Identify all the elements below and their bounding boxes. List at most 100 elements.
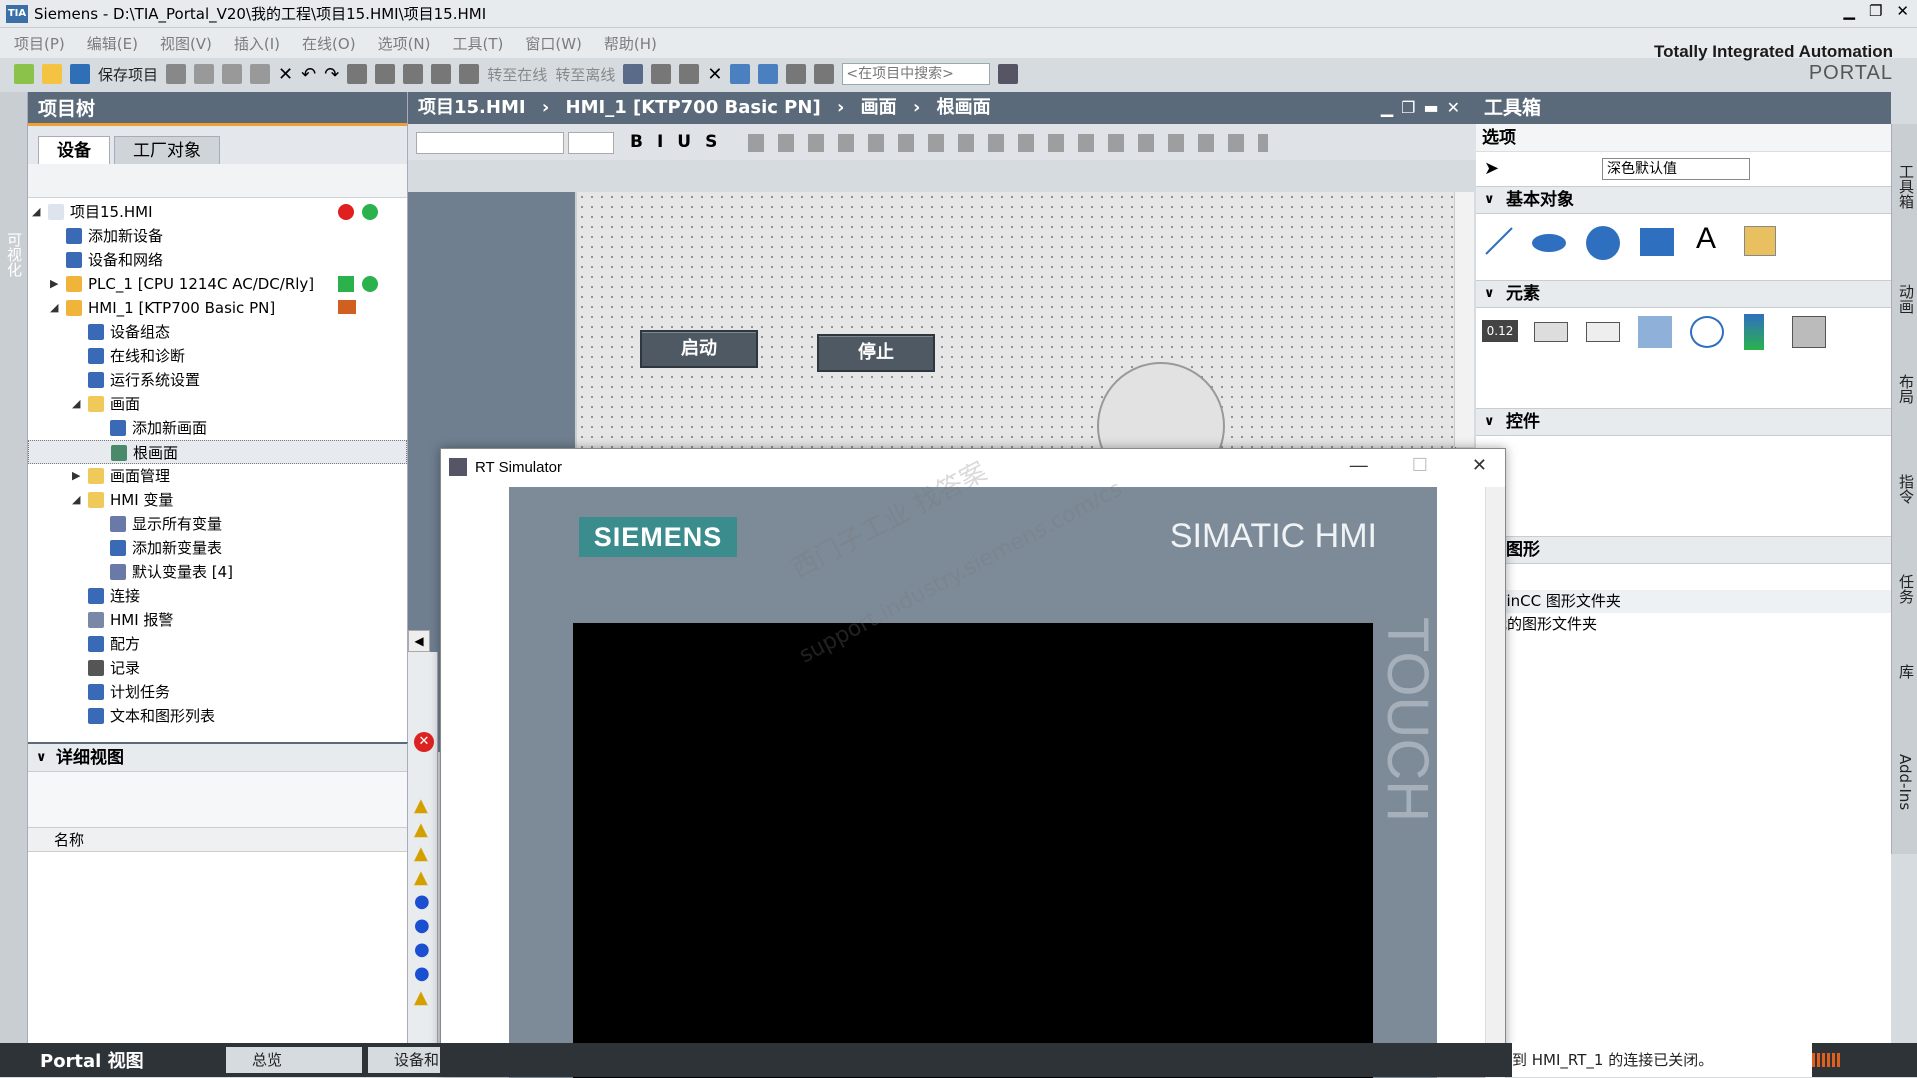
tree-item[interactable]: 设备组态	[28, 320, 407, 344]
download-icon[interactable]	[375, 64, 396, 84]
minimize-icon[interactable]: ▁	[1843, 2, 1855, 20]
bar-icon[interactable]	[1744, 314, 1764, 350]
menu-help[interactable]: 帮助(H)	[604, 33, 657, 54]
graphic-io-icon[interactable]	[1638, 316, 1672, 348]
tab-add-ins[interactable]: Add-Ins	[1896, 754, 1914, 810]
portal-view-button[interactable]: Portal 视图	[40, 1047, 144, 1073]
wincc-graphics-folder[interactable]: WinCC 图形文件夹	[1486, 590, 1891, 613]
devices-tab[interactable]: 设备和	[368, 1047, 440, 1073]
font-name-select[interactable]	[416, 132, 564, 154]
menu-window[interactable]: 窗口(W)	[525, 33, 582, 54]
section-graphics[interactable]: ∨图形	[1476, 536, 1891, 564]
tree-item[interactable]: 计划任务	[28, 680, 407, 704]
close-editor-icon[interactable]: ✕	[707, 64, 722, 85]
hmi-screen-area[interactable]	[575, 192, 1455, 462]
offline-icon[interactable]	[814, 64, 835, 84]
tab-toolbox[interactable]: 工具箱	[1896, 164, 1917, 209]
copy-icon[interactable]	[222, 64, 243, 84]
style-select[interactable]: 深色默认值	[1602, 158, 1750, 180]
simulation-icon[interactable]	[431, 64, 452, 84]
project-search-input[interactable]: <在项目中搜索>	[842, 63, 991, 85]
maximize-icon[interactable]: ☐	[1412, 455, 1428, 476]
menu-insert[interactable]: 插入(I)	[234, 33, 280, 54]
pointer-icon[interactable]: ➤	[1484, 158, 1499, 179]
simulator-scrollbar[interactable]	[1485, 487, 1505, 1078]
tab-instructions[interactable]: 指令	[1896, 474, 1917, 504]
delete-icon[interactable]: ✕	[278, 64, 293, 85]
tree-item[interactable]: 添加新设备	[28, 224, 407, 248]
menu-online[interactable]: 在线(O)	[302, 33, 356, 54]
section-elements[interactable]: ∨ 元素	[1476, 280, 1891, 308]
start-sim-icon[interactable]	[459, 64, 480, 84]
tree-item-selected[interactable]: 根画面	[28, 440, 407, 464]
line-icon[interactable]	[1484, 226, 1514, 256]
accessible-devices-icon[interactable]	[623, 64, 644, 84]
canvas-scrollbar[interactable]	[1454, 192, 1474, 447]
tab-libraries[interactable]: 库	[1896, 664, 1917, 679]
tab-devices[interactable]: 设备	[38, 136, 110, 164]
tree-item[interactable]: 显示所有变量	[28, 512, 407, 536]
tree-item[interactable]: 在线和诊断	[28, 344, 407, 368]
search-go-icon[interactable]	[998, 64, 1019, 84]
detail-view-title[interactable]: ∨ 详细视图	[28, 744, 407, 772]
visualization-tab[interactable]: 可视化	[4, 232, 25, 277]
tree-item[interactable]: 配方	[28, 632, 407, 656]
font-size-select[interactable]	[568, 132, 614, 154]
menu-options[interactable]: 选项(N)	[378, 33, 431, 54]
switch-icon[interactable]	[1792, 316, 1826, 348]
section-controls[interactable]: ∨ 控件	[1476, 408, 1891, 436]
ellipse-icon[interactable]	[1532, 234, 1566, 252]
print-icon[interactable]	[166, 64, 187, 84]
tree-item[interactable]: ◢ 画面	[28, 392, 407, 416]
graphic-view-icon[interactable]	[1744, 226, 1776, 256]
redo-icon[interactable]: ↷	[324, 64, 339, 85]
date-time-icon[interactable]	[1690, 316, 1724, 348]
breadcrumb-screens[interactable]: 画面	[861, 97, 897, 118]
tree-item[interactable]: 添加新变量表	[28, 536, 407, 560]
start-button[interactable]: 启动	[640, 330, 758, 368]
collapse-icon[interactable]: ∨	[36, 744, 47, 772]
tab-plant-objects[interactable]: 工厂对象	[114, 136, 220, 164]
breadcrumb-device[interactable]: HMI_1 [KTP700 Basic PN]	[566, 97, 821, 118]
detail-column-name[interactable]: 名称	[28, 828, 407, 852]
tab-layout[interactable]: 布局	[1896, 374, 1917, 404]
circle-icon[interactable]	[1586, 226, 1620, 260]
save-icon[interactable]	[70, 64, 90, 84]
save-project-button[interactable]: 保存项目	[98, 64, 158, 85]
text-format-buttons[interactable]: BIUS	[630, 132, 731, 152]
split-editor-icon[interactable]	[679, 64, 700, 84]
stop-button[interactable]: 停止	[817, 334, 935, 372]
tab-animations[interactable]: 动画	[1896, 284, 1917, 314]
menu-project[interactable]: 项目(P)	[14, 33, 65, 54]
split-horizontal-icon[interactable]	[730, 64, 751, 84]
tree-item[interactable]: ◢ HMI_1 [KTP700 Basic PN]	[28, 296, 407, 320]
tree-item[interactable]: ◢ 项目15.HMI	[28, 200, 407, 224]
rectangle-icon[interactable]	[1640, 228, 1674, 256]
menu-view[interactable]: 视图(V)	[160, 33, 212, 54]
section-basic-objects[interactable]: ∨ 基本对象	[1476, 186, 1891, 214]
tree-item[interactable]: 文本和图形列表	[28, 704, 407, 728]
close-icon[interactable]: ✕	[1896, 2, 1909, 20]
tree-item[interactable]: ▶ PLC_1 [CPU 1214C AC/DC/Rly]	[28, 272, 407, 296]
go-online-button[interactable]: 转至在线	[487, 64, 547, 85]
breadcrumb-root-screen[interactable]: 根画面	[937, 97, 991, 118]
overview-tab[interactable]: 总览	[226, 1047, 362, 1073]
split-vertical-icon[interactable]	[758, 64, 779, 84]
online-icon[interactable]	[786, 64, 807, 84]
open-project-icon[interactable]	[42, 64, 62, 84]
menu-tools[interactable]: 工具(T)	[453, 33, 504, 54]
format-icons[interactable]	[748, 134, 1268, 152]
symbolic-io-icon[interactable]	[1586, 322, 1620, 342]
menu-edit[interactable]: 编辑(E)	[87, 33, 138, 54]
tree-item[interactable]: ▶ 画面管理	[28, 464, 407, 488]
button-icon[interactable]	[1534, 322, 1568, 342]
breadcrumb-project[interactable]: 项目15.HMI	[418, 97, 526, 118]
compile-icon[interactable]	[347, 64, 368, 84]
tree-item[interactable]: 连接	[28, 584, 407, 608]
tab-tasks[interactable]: 任务	[1896, 574, 1917, 604]
minimize-icon[interactable]: —	[1350, 455, 1368, 476]
undo-icon[interactable]: ↶	[301, 64, 316, 85]
tree-item[interactable]: 记录	[28, 656, 407, 680]
hmi-display[interactable]	[573, 623, 1373, 1078]
cross-reference-icon[interactable]	[651, 64, 672, 84]
